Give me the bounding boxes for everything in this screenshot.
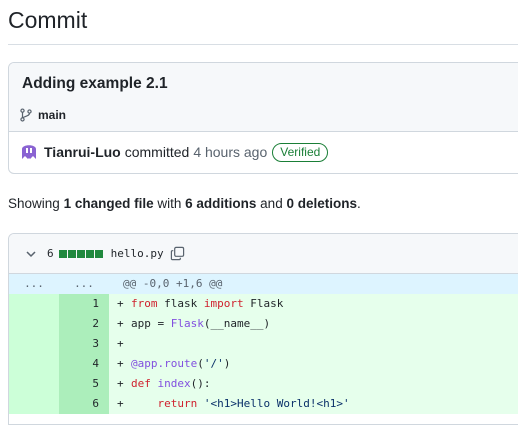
hunk-header: @@ -0,0 +1,6 @@ (109, 274, 518, 294)
verified-badge[interactable]: Verified (272, 142, 329, 162)
new-line-number[interactable]: 4 (59, 354, 109, 374)
diff-line: 1 + from flask import Flask (9, 294, 518, 314)
code-token: import (203, 297, 244, 310)
branch-row[interactable]: main (19, 108, 66, 122)
old-line-number (9, 314, 59, 334)
addition-marker: + (117, 297, 124, 310)
page-title: Commit (8, 7, 88, 33)
code-token: flask (157, 297, 204, 310)
old-line-number (9, 294, 59, 314)
code-line: + app = Flask(__name__) (109, 314, 518, 334)
hunk-expand-new[interactable]: ... (59, 274, 109, 294)
code-token: (__name__) (203, 317, 271, 330)
old-line-number (9, 374, 59, 394)
file-header: 6 hello.py (9, 234, 518, 274)
addition-marker: + (117, 357, 124, 370)
diff-line: 6 + return '<h1>Hello World!<h1>' (9, 394, 518, 414)
code-token: ( (197, 357, 204, 370)
code-token: index (157, 377, 191, 390)
summary-and: and (260, 196, 283, 211)
code-token: Flask (243, 297, 284, 310)
author-row: Tianrui-Luo committed 4 hours ago Verifi… (19, 142, 329, 162)
code-line: + from flask import Flask (109, 294, 518, 314)
diffstat-addition-block (85, 249, 94, 258)
code-token: app = (131, 317, 171, 330)
old-line-number (9, 334, 59, 354)
file-diff: 6 hello.py ... ... @@ -0,0 +1,6 @@ 1 + fro… (8, 233, 518, 425)
code-line: + def index(): (109, 374, 518, 394)
code-token: @app.route (131, 357, 198, 370)
code-token: (): (190, 377, 211, 390)
code-token: def (131, 377, 151, 390)
copy-icon[interactable] (170, 246, 185, 261)
diff-table: ... ... @@ -0,0 +1,6 @@ 1 + from flask imp… (9, 274, 518, 414)
code-token: return (157, 397, 198, 410)
commit-time[interactable]: 4 hours ago (193, 144, 267, 160)
file-name[interactable]: hello.py (111, 247, 164, 260)
branch-name[interactable]: main (38, 108, 66, 122)
diff-line: 4 + @app.route('/') (9, 354, 518, 374)
diffstat-addition-block (94, 249, 103, 258)
code-line: + return '<h1>Hello World!<h1>' (109, 394, 518, 414)
avatar[interactable] (19, 142, 39, 162)
diffstat-addition-block (58, 249, 67, 258)
commit-verb: committed (124, 144, 190, 160)
hunk-row[interactable]: ... ... @@ -0,0 +1,6 @@ (9, 274, 518, 294)
diff-summary: Showing 1 changed file with 6 additions … (8, 196, 361, 211)
code-token: '/' (203, 357, 224, 370)
title-divider (8, 44, 518, 45)
new-line-number[interactable]: 5 (59, 374, 109, 394)
summary-prefix: Showing (8, 196, 60, 211)
addition-marker: + (117, 397, 124, 410)
summary-changed-files: 1 changed file (63, 196, 154, 211)
code-token: Flask (170, 317, 204, 330)
new-line-number[interactable]: 6 (59, 394, 109, 414)
commit-box: Adding example 2.1 main Tianrui-Luo comm… (8, 62, 518, 174)
code-token: ) (223, 357, 231, 370)
new-line-number[interactable]: 3 (59, 334, 109, 354)
addition-marker: + (117, 377, 124, 390)
summary-with: with (157, 196, 182, 211)
code-token: from (131, 297, 158, 310)
summary-additions: 6 additions (185, 196, 257, 211)
changes-count: 6 (47, 247, 54, 260)
diffstat-addition-block (76, 249, 85, 258)
summary-deletions: 0 deletions (286, 196, 357, 211)
old-line-number (9, 394, 59, 414)
git-branch-icon (20, 108, 32, 122)
diffstat (58, 249, 103, 258)
author-name[interactable]: Tianrui-Luo (44, 144, 121, 160)
code-line: + (109, 334, 518, 354)
new-line-number[interactable]: 2 (59, 314, 109, 334)
hunk-expand-old[interactable]: ... (9, 274, 59, 294)
old-line-number (9, 354, 59, 374)
commit-message: Adding example 2.1 (22, 75, 168, 92)
commit-header: Adding example 2.1 main (9, 63, 518, 132)
chevron-down-icon[interactable] (25, 248, 37, 260)
diff-line: 2 + app = Flask(__name__) (9, 314, 518, 334)
addition-marker: + (117, 337, 124, 350)
addition-marker: + (117, 317, 124, 330)
summary-end: . (357, 196, 361, 211)
diff-line: 3 + (9, 334, 518, 354)
diffstat-addition-block (67, 249, 76, 258)
new-line-number[interactable]: 1 (59, 294, 109, 314)
diff-line: 5 + def index(): (9, 374, 518, 394)
code-token: '<h1>Hello World!<h1>' (203, 397, 350, 410)
code-line: + @app.route('/') (109, 354, 518, 374)
